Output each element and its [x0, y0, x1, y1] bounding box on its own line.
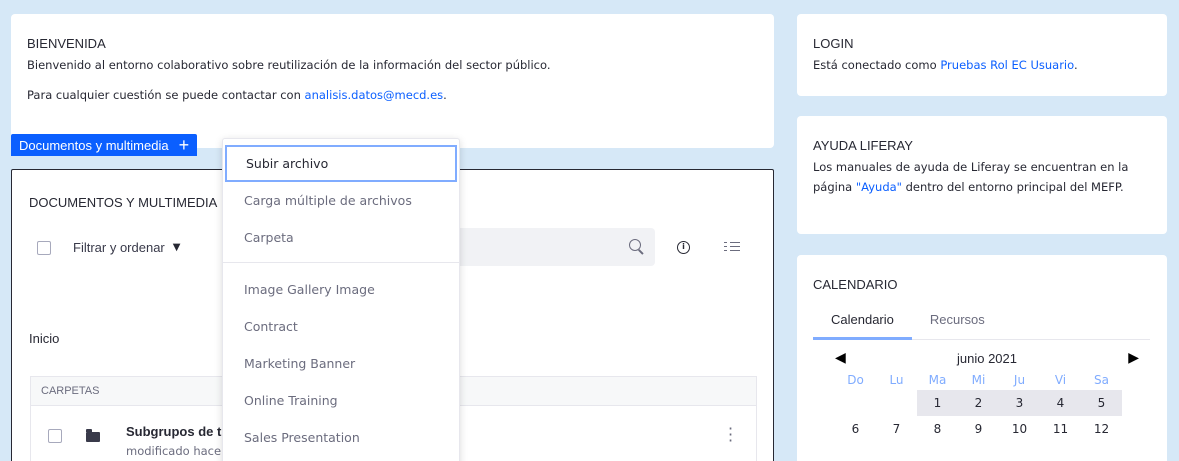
help-card: AYUDA LIFERAY Los manuales de ayuda de L…: [797, 116, 1167, 234]
help-line1: Los manuales de ayuda de Liferay se encu…: [813, 160, 1129, 174]
weekday-ju: Ju: [1013, 373, 1026, 387]
add-dropdown-menu: Subir archivo Carga múltiple de archivos…: [222, 138, 460, 461]
list-view-icon[interactable]: [724, 239, 740, 255]
calendar-day[interactable]: 8: [917, 416, 958, 442]
folder-name[interactable]: Subgrupos de tr: [126, 424, 226, 439]
calendar-day[interactable]: 9: [958, 416, 999, 442]
menu-item-sales-presentation[interactable]: Sales Presentation: [223, 419, 459, 456]
menu-item-online-training[interactable]: Online Training: [223, 382, 459, 419]
contact-prefix: Para cualquier cuestión se puede contact…: [27, 88, 305, 102]
filter-sort-button[interactable]: Filtrar y ordenar: [73, 240, 165, 255]
login-suffix: .: [1073, 58, 1078, 72]
folder-icon: [86, 429, 100, 442]
documents-title: DOCUMENTOS Y MULTIMEDIA: [29, 195, 218, 210]
menu-item-contract[interactable]: Contract: [223, 308, 459, 345]
help-suffix: dentro del entorno principal del MEFP.: [901, 180, 1124, 194]
calendar-grid: Do Lu Ma Mi Ju Vi Sa 1 2 3 4 5 6 7 8 9 1…: [835, 370, 1151, 442]
calendar-tabs: Calendario Recursos: [813, 306, 1150, 340]
calendar-day-empty: [876, 390, 917, 416]
contact-text: Para cualquier cuestión se puede contact…: [27, 85, 758, 105]
calendar-day[interactable]: 11: [1040, 416, 1081, 442]
folder-meta: modificado hace: [126, 444, 222, 458]
welcome-text: Bienvenido al entorno colaborativo sobre…: [27, 58, 551, 72]
search-input[interactable]: [452, 228, 655, 266]
menu-item-carpeta[interactable]: Carpeta: [223, 219, 459, 256]
weekday-sa: Sa: [1094, 373, 1109, 387]
menu-divider: [223, 262, 459, 263]
welcome-card: BIENVENIDA Bienvenido al entorno colabor…: [11, 14, 774, 148]
login-prefix: Está conectado como: [813, 58, 941, 72]
documents-label-text: Documentos y multimedia: [19, 137, 169, 153]
calendar-day[interactable]: 6: [835, 416, 876, 442]
menu-item-carga-multiple[interactable]: Carga múltiple de archivos: [223, 182, 459, 219]
weekday-ma: Ma: [928, 373, 947, 387]
calendar-day[interactable]: 5: [1081, 390, 1122, 416]
calendar-card: CALENDARIO Calendario Recursos ◀ junio 2…: [797, 255, 1167, 461]
select-all-checkbox[interactable]: [37, 240, 51, 255]
help-line2: página "Ayuda" dentro del entorno princi…: [813, 177, 1151, 197]
calendar-nav: ◀ junio 2021 ▶: [835, 350, 1139, 366]
weekday-do: Do: [847, 373, 864, 387]
calendar-day[interactable]: 7: [876, 416, 917, 442]
info-icon[interactable]: i: [677, 241, 690, 254]
search-icon[interactable]: [629, 239, 641, 251]
next-month-icon[interactable]: ▶: [1128, 350, 1139, 366]
weekday-vi: Vi: [1054, 373, 1067, 387]
calendar-day[interactable]: 10: [999, 416, 1040, 442]
tab-recursos[interactable]: Recursos: [912, 306, 1003, 339]
filter-row: Filtrar y ordenar ▼: [37, 240, 180, 255]
calendar-day[interactable]: 3: [999, 390, 1040, 416]
row-checkbox[interactable]: [48, 429, 62, 443]
help-link[interactable]: "Ayuda": [856, 180, 902, 194]
help-prefix: página: [813, 180, 856, 194]
calendar-day[interactable]: 4: [1040, 390, 1081, 416]
calendar-day-empty: [835, 390, 876, 416]
contact-suffix: .: [443, 88, 447, 102]
menu-item-image-gallery[interactable]: Image Gallery Image: [223, 271, 459, 308]
prev-month-icon[interactable]: ◀: [835, 350, 846, 366]
documents-label[interactable]: Documentos y multimedia +: [11, 134, 198, 156]
login-text: Está conectado como Pruebas Rol EC Usuar…: [813, 55, 1151, 75]
weekday-lu: Lu: [889, 373, 904, 387]
caret-down-icon[interactable]: ▼: [173, 242, 181, 253]
calendar-title: CALENDARIO: [813, 277, 898, 292]
weekday-mi: Mi: [971, 373, 986, 387]
kebab-menu-icon[interactable]: · · ·: [728, 421, 733, 449]
breadcrumb[interactable]: Inicio: [29, 331, 59, 346]
calendar-month: junio 2021: [957, 350, 1017, 366]
welcome-title: BIENVENIDA: [27, 36, 106, 51]
calendar-day[interactable]: 1: [917, 390, 958, 416]
add-icon[interactable]: +: [179, 136, 190, 154]
user-link[interactable]: Pruebas Rol EC Usuario: [940, 58, 1074, 72]
help-title: AYUDA LIFERAY: [813, 138, 913, 153]
tab-calendario[interactable]: Calendario: [813, 306, 912, 340]
login-title: LOGIN: [813, 36, 854, 51]
contact-email-link[interactable]: analisis.datos@mecd.es: [305, 88, 444, 102]
calendar-day[interactable]: 12: [1081, 416, 1122, 442]
menu-item-subir-archivo[interactable]: Subir archivo: [225, 145, 457, 182]
calendar-day[interactable]: 2: [958, 390, 999, 416]
login-card: LOGIN Está conectado como Pruebas Rol EC…: [797, 14, 1167, 96]
menu-item-marketing-banner[interactable]: Marketing Banner: [223, 345, 459, 382]
